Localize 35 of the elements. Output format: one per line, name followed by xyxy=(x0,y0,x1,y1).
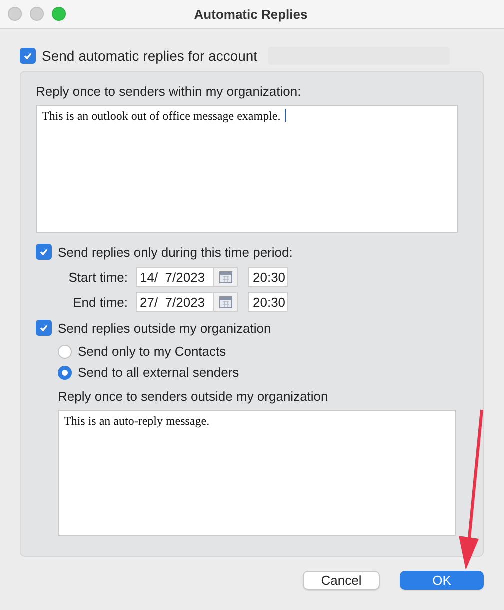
time-field[interactable]: 20:30 xyxy=(248,292,288,312)
checkbox-label: Send replies only during this time period: xyxy=(58,244,293,260)
close-window-button[interactable] xyxy=(8,7,22,21)
outside-message-label: Reply once to senders outside my organization xyxy=(58,389,328,404)
calendar-icon xyxy=(218,270,232,284)
radio-button[interactable] xyxy=(58,344,72,358)
time-field[interactable]: 20:30 xyxy=(248,267,288,287)
calendar-button[interactable] xyxy=(214,292,238,312)
calendar-button[interactable] xyxy=(214,267,238,287)
checkbox-label: Send automatic replies for account xyxy=(42,48,258,64)
time-label: End time: xyxy=(72,294,128,310)
checkmark-icon xyxy=(23,51,33,61)
checkbox[interactable] xyxy=(36,320,52,336)
inside-message-text: This is an outlook out of office message example. xyxy=(42,109,281,124)
date-field[interactable]: 27/ 7/2023 xyxy=(136,292,214,312)
checkbox-label: Send replies outside my organization xyxy=(58,320,272,336)
radio-button[interactable] xyxy=(58,366,72,380)
outside-message-field[interactable]: This is an auto-reply message. xyxy=(58,410,456,536)
minimize-window-button[interactable] xyxy=(30,7,44,21)
outside-message-text: This is an auto-reply message. xyxy=(64,414,210,429)
calendar-icon xyxy=(218,295,232,309)
inside-message-field[interactable]: This is an outlook out of office message example. xyxy=(36,105,458,233)
time-label: Start time: xyxy=(68,270,128,284)
date-field[interactable]: 14/ 7/2023 xyxy=(136,267,214,287)
inside-message-label: Reply once to senders within my organization: xyxy=(36,84,302,99)
checkmark-icon xyxy=(39,323,49,333)
zoom-window-button[interactable] xyxy=(52,7,66,21)
radio-label: Send to all external senders xyxy=(78,365,240,380)
window-title: Automatic Replies xyxy=(193,6,309,22)
cancel-button[interactable]: Cancel xyxy=(303,571,380,590)
checkmark-icon xyxy=(39,247,49,257)
radio-label: Send only to my Contacts xyxy=(78,344,226,359)
ok-button[interactable]: OK xyxy=(400,571,484,590)
checkbox[interactable] xyxy=(36,244,52,260)
checkbox[interactable] xyxy=(20,48,36,64)
